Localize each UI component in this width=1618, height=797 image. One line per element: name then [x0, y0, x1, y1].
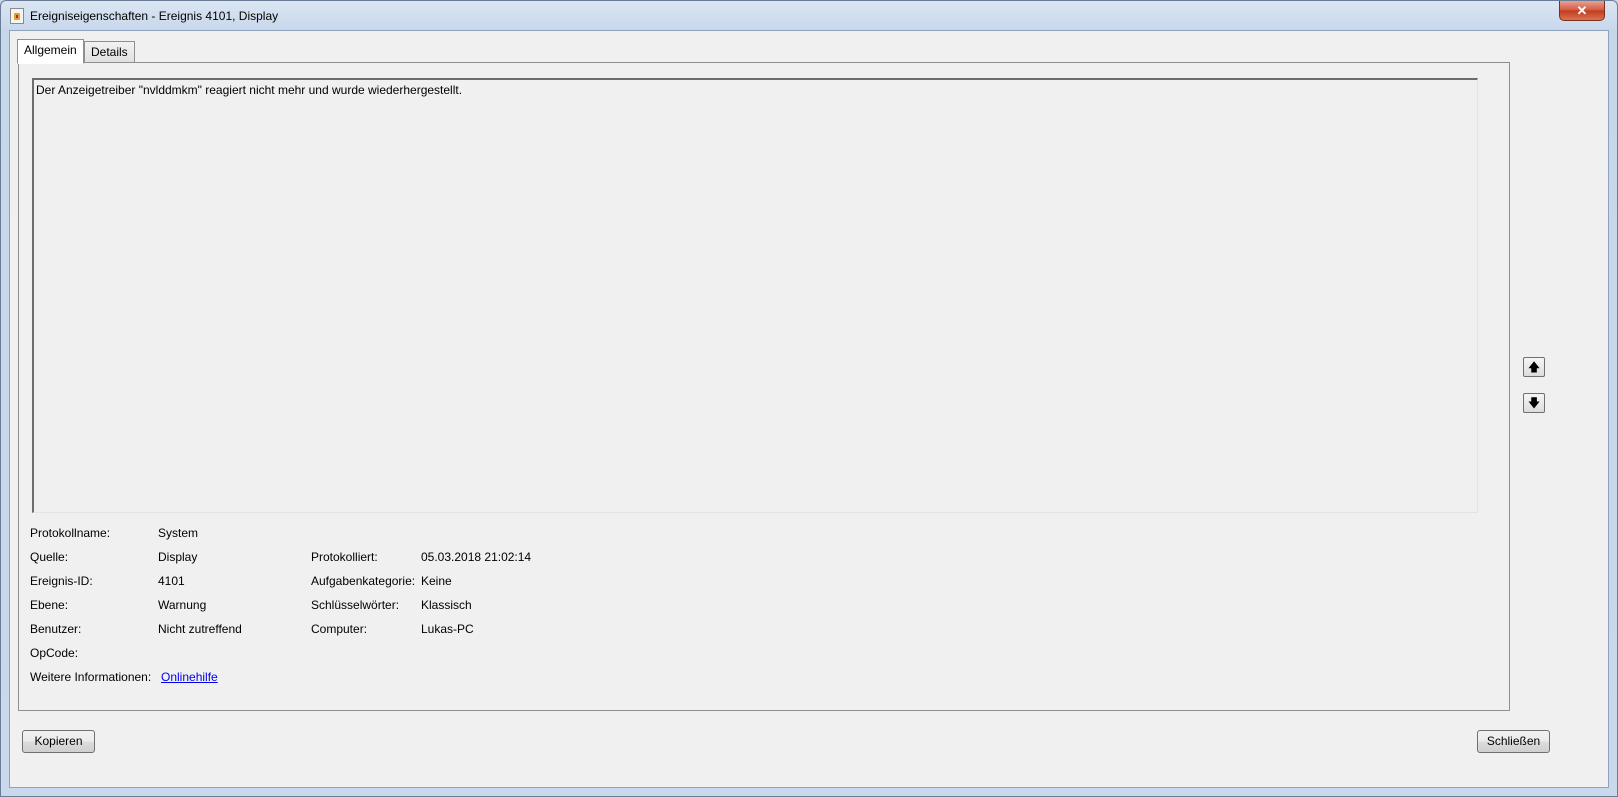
more-info-label: Weitere Informationen:: [30, 670, 152, 684]
event-viewer-icon: [10, 8, 24, 24]
online-help-link[interactable]: Onlinehilfe: [161, 670, 218, 684]
log-name-label: Protokollname:: [30, 526, 111, 540]
opcode-label: OpCode:: [30, 646, 79, 660]
copy-button[interactable]: Kopieren: [22, 730, 95, 753]
source-value: Display: [158, 550, 198, 564]
event-properties-window: Ereigniseigenschaften - Ereignis 4101, D…: [0, 0, 1618, 797]
arrow-down-icon: 🡇: [1527, 396, 1541, 410]
task-category-label: Aufgabenkategorie:: [311, 574, 416, 588]
logged-value: 05.03.2018 21:02:14: [421, 550, 532, 564]
user-value: Nicht zutreffend: [158, 622, 242, 636]
previous-event-button[interactable]: 🡅: [1523, 357, 1545, 377]
title-bar[interactable]: Ereigniseigenschaften - Ereignis 4101, D…: [1, 1, 1617, 30]
level-label: Ebene:: [30, 598, 69, 612]
computer-value: Lukas-PC: [421, 622, 474, 636]
user-label: Benutzer:: [30, 622, 82, 636]
level-value: Warnung: [158, 598, 207, 612]
tab-general[interactable]: Allgemein: [17, 39, 84, 64]
window-title: Ereigniseigenschaften - Ereignis 4101, D…: [30, 9, 279, 23]
arrow-up-icon: 🡅: [1527, 360, 1541, 374]
tab-details[interactable]: Details: [84, 41, 135, 63]
source-label: Quelle:: [30, 550, 69, 564]
log-name-value: System: [158, 526, 199, 540]
close-window-button[interactable]: ✕: [1559, 1, 1605, 21]
close-button[interactable]: Schließen: [1477, 730, 1550, 753]
event-id-value: 4101: [158, 574, 185, 588]
task-category-value: Keine: [421, 574, 452, 588]
event-description: Der Anzeigetreiber "nvlddmkm" reagiert n…: [36, 83, 463, 97]
event-id-label: Ereignis-ID:: [30, 574, 93, 588]
logged-label: Protokolliert:: [311, 550, 378, 564]
next-event-button[interactable]: 🡇: [1523, 393, 1545, 413]
keywords-value: Klassisch: [421, 598, 472, 612]
dialog-body: Allgemein Details Der Anzeigetreiber "nv…: [9, 30, 1609, 788]
keywords-label: Schlüsselwörter:: [311, 598, 400, 612]
computer-label: Computer:: [311, 622, 368, 636]
description-textbox[interactable]: Der Anzeigetreiber "nvlddmkm" reagiert n…: [32, 78, 1478, 513]
general-tab-panel: Der Anzeigetreiber "nvlddmkm" reagiert n…: [18, 62, 1510, 711]
